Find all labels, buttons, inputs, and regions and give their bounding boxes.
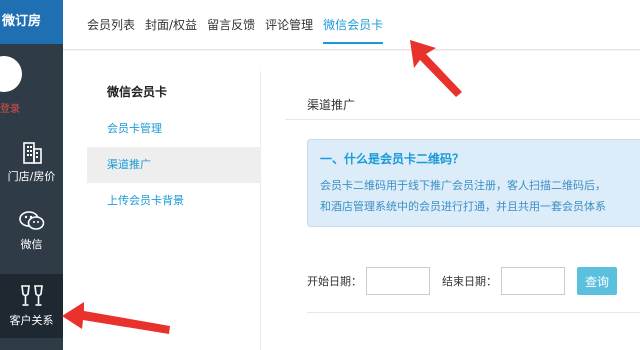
divider bbox=[307, 312, 640, 313]
wine-glasses-icon bbox=[20, 285, 43, 306]
sub-navigation: 微信会员卡 会员卡管理 渠道推广 上传会员卡背景 bbox=[87, 71, 261, 350]
tab-cover-benefits[interactable]: 封面/权益 bbox=[145, 0, 197, 50]
end-date-input[interactable] bbox=[501, 267, 565, 295]
sidebar-item-label: 门店/房价 bbox=[7, 170, 56, 183]
info-text-line: 和酒店管理系统中的会员进行打通，并且共用一套会员体系 bbox=[320, 200, 606, 213]
date-filter: 开始日期： 结束日期： 查询 bbox=[307, 267, 617, 295]
sidebar-item-stores[interactable]: 门店/房价 bbox=[0, 140, 63, 196]
sidebar-item-wechat[interactable]: 微信 bbox=[0, 210, 63, 266]
start-date-input[interactable] bbox=[366, 267, 430, 295]
subnav-item-upload-background[interactable]: 上传会员卡背景 bbox=[87, 183, 260, 219]
login-link[interactable]: 登录 bbox=[0, 100, 20, 115]
avatar[interactable] bbox=[0, 56, 22, 92]
start-date-label: 开始日期： bbox=[307, 275, 362, 288]
wechat-icon bbox=[18, 211, 44, 230]
subnav-title: 微信会员卡 bbox=[107, 85, 168, 99]
top-tab-bar: 会员列表 封面/权益 留言反馈 评论管理 微信会员卡 bbox=[63, 0, 640, 50]
sidebar-item-label: 微信 bbox=[20, 238, 43, 251]
building-icon bbox=[22, 142, 42, 164]
tab-wechat-member-card[interactable]: 微信会员卡 bbox=[323, 0, 384, 50]
info-box: 一、什么是会员卡二维码？ 会员卡二维码用于线下推广会员注册，客人扫描二维码后， … bbox=[307, 139, 640, 227]
tab-feedback[interactable]: 留言反馈 bbox=[207, 0, 255, 50]
query-button[interactable]: 查询 bbox=[577, 267, 617, 295]
subnav-item-channel-promotion[interactable]: 渠道推广 bbox=[87, 147, 260, 183]
sidebar-item-customers[interactable]: 客户关系 bbox=[0, 274, 63, 338]
subnav-item-card-management[interactable]: 会员卡管理 bbox=[87, 111, 260, 147]
tab-reviews[interactable]: 评论管理 bbox=[265, 0, 313, 50]
app-root: 微订房 登录 门店/房价 微信 客户关系 会员列表 封面/权益 留言反馈 评论管… bbox=[0, 0, 640, 350]
main-content: 微信会员卡 会员卡管理 渠道推广 上传会员卡背景 渠道推广 一、什么是会员卡二维… bbox=[63, 51, 640, 350]
tabs: 会员列表 封面/权益 留言反馈 评论管理 微信会员卡 bbox=[87, 0, 393, 50]
sidebar-item-label: 客户关系 bbox=[9, 314, 54, 327]
end-date-label: 结束日期： bbox=[442, 275, 497, 288]
tab-member-list[interactable]: 会员列表 bbox=[87, 0, 135, 50]
channel-promotion-panel: 渠道推广 一、什么是会员卡二维码？ 会员卡二维码用于线下推广会员注册，客人扫描二… bbox=[285, 51, 640, 350]
info-question: 一、什么是会员卡二维码？ bbox=[320, 152, 465, 166]
divider bbox=[285, 119, 640, 120]
brand-logo[interactable]: 微订房 bbox=[0, 0, 63, 44]
info-text-line: 会员卡二维码用于线下推广会员注册，客人扫描二维码后， bbox=[320, 179, 606, 192]
sidebar: 微订房 登录 门店/房价 微信 客户关系 bbox=[0, 0, 63, 350]
page-title: 渠道推广 bbox=[307, 98, 356, 112]
